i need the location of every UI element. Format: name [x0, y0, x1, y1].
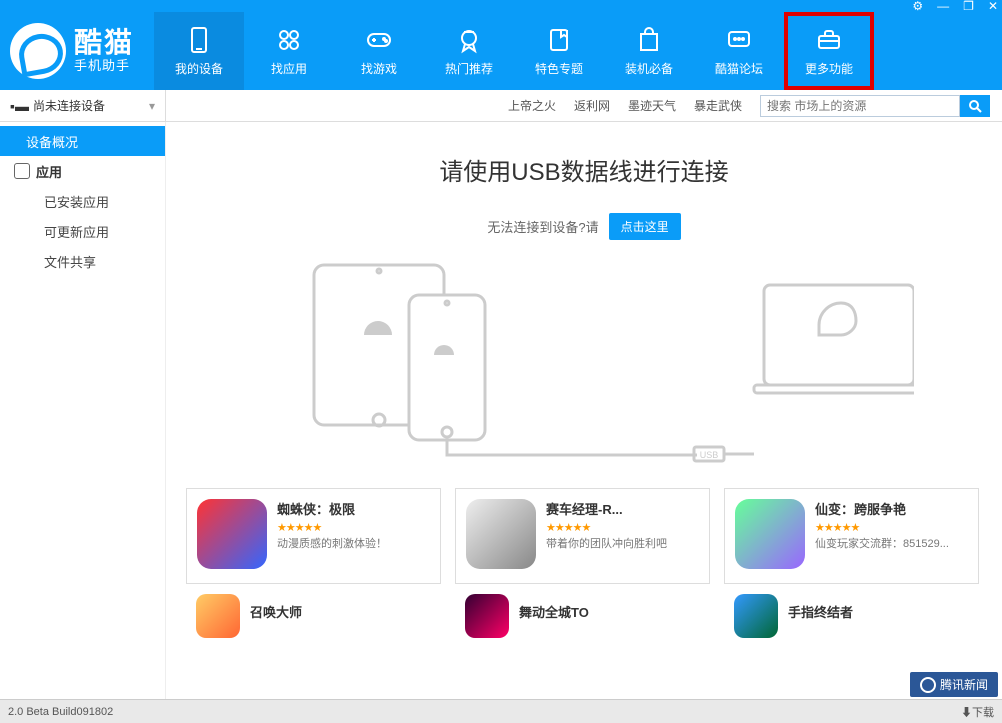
app-thumb: [735, 499, 805, 569]
logo-subtitle: 手机助手: [74, 59, 134, 73]
device-selector[interactable]: ▪▬尚未连接设备 ▾: [0, 90, 166, 121]
sub-toolbar: ▪▬尚未连接设备 ▾ 上帝之火 返利网 墨迹天气 暴走武侠: [0, 90, 1002, 122]
gamepad-icon: [365, 26, 393, 54]
app-stars: ★★★★★: [277, 521, 430, 534]
app-desc: 仙变玩家交流群：851529...: [815, 537, 968, 552]
app-title: 舞动全城TO: [519, 594, 589, 638]
nav-topic[interactable]: 特色专题: [514, 12, 604, 90]
header: 酷猫 手机助手 我的设备 找应用 找游戏 热门推荐 特色专题 装机必备: [0, 12, 1002, 90]
version-label: 2.0 Beta Build091802: [8, 706, 113, 718]
chevron-down-icon: ▾: [149, 99, 155, 113]
app-stars: ★★★★★: [815, 521, 968, 534]
app-thumb: [196, 594, 240, 638]
app-card[interactable]: 赛车经理-R... ★★★★★ 带着你的团队冲向胜利吧: [455, 488, 710, 584]
minimize-button[interactable]: —: [937, 0, 949, 13]
logo-title: 酷猫: [74, 28, 134, 59]
nav-find-apps[interactable]: 找应用: [244, 12, 334, 90]
main-content: 请使用USB数据线进行连接 无法连接到设备?请 点击这里 USB: [166, 122, 1002, 699]
chat-icon: [725, 26, 753, 54]
search-icon: [968, 99, 982, 113]
nav-label: 找游戏: [361, 60, 397, 77]
close-button[interactable]: ✕: [988, 0, 998, 13]
app-title: 仙变：跨服争艳: [815, 499, 968, 518]
nav-label: 装机必备: [625, 60, 673, 77]
svg-text:USB: USB: [700, 450, 719, 460]
connection-illustration: USB: [166, 250, 1002, 470]
nav-bbs[interactable]: 酷猫论坛: [694, 12, 784, 90]
bag-icon: [635, 26, 663, 54]
restore-button[interactable]: ❐: [963, 0, 974, 13]
nav-label: 我的设备: [175, 60, 223, 77]
logo-icon: [10, 23, 66, 79]
search-box: [760, 94, 990, 118]
note-icon: [545, 26, 573, 54]
app-thumb: [197, 499, 267, 569]
medal-icon: [455, 26, 483, 54]
nav-label: 找应用: [271, 60, 307, 77]
sidebar-fileshare[interactable]: 文件共享: [0, 246, 165, 276]
nav-label: 更多功能: [805, 60, 853, 77]
device-selector-label: 尚未连接设备: [33, 97, 105, 114]
app-desc: 动漫质感的刺激体验！: [277, 537, 430, 552]
nav-more-tools[interactable]: 更多功能: [784, 12, 874, 90]
app-card[interactable]: 蜘蛛侠：极限 ★★★★★ 动漫质感的刺激体验！: [186, 488, 441, 584]
nav-must-have[interactable]: 装机必备: [604, 12, 694, 90]
app-desc: 带着你的团队冲向胜利吧: [546, 537, 699, 552]
sidebar: 设备概况 应用 已安装应用 可更新应用 文件共享: [0, 122, 166, 699]
app-card[interactable]: 手指终结者: [724, 590, 979, 642]
tencent-news-widget[interactable]: 腾讯新闻: [910, 672, 998, 697]
main-nav: 我的设备 找应用 找游戏 热门推荐 特色专题 装机必备 酷猫论坛 更多功能: [154, 12, 874, 90]
nav-hot[interactable]: 热门推荐: [424, 12, 514, 90]
app-title: 手指终结者: [788, 594, 853, 638]
sublink[interactable]: 暴走武侠: [694, 97, 742, 114]
logo: 酷猫 手机助手: [10, 23, 134, 79]
usb-illustration: USB: [254, 255, 914, 465]
app-card[interactable]: 仙变：跨服争艳 ★★★★★ 仙变玩家交流群：851529...: [724, 488, 979, 584]
nav-find-games[interactable]: 找游戏: [334, 12, 424, 90]
secondary-cards: 召唤大师 舞动全城TO 手指终结者: [166, 584, 1002, 642]
app-thumb: [465, 594, 509, 638]
settings-icon[interactable]: ⚙: [912, 0, 923, 13]
sidebar-overview[interactable]: 设备概况: [0, 126, 165, 156]
sidebar-apps[interactable]: 应用: [0, 156, 165, 186]
click-here-button[interactable]: 点击这里: [609, 213, 681, 240]
search-input[interactable]: [760, 95, 960, 117]
apps-icon: [275, 26, 303, 54]
app-thumb: [734, 594, 778, 638]
status-bar: 2.0 Beta Build091802 ⬇下载: [0, 699, 1002, 723]
search-button[interactable]: [960, 95, 990, 117]
app-stars: ★★★★★: [546, 521, 699, 534]
nav-label: 特色专题: [535, 60, 583, 77]
app-card[interactable]: 召唤大师: [186, 590, 441, 642]
sidebar-installed[interactable]: 已安装应用: [0, 186, 165, 216]
nav-label: 热门推荐: [445, 60, 493, 77]
featured-cards: 蜘蛛侠：极限 ★★★★★ 动漫质感的刺激体验！ 赛车经理-R... ★★★★★ …: [166, 470, 1002, 584]
sidebar-updatable[interactable]: 可更新应用: [0, 216, 165, 246]
app-card[interactable]: 舞动全城TO: [455, 590, 710, 642]
sublink[interactable]: 上帝之火: [508, 97, 556, 114]
connect-title: 请使用USB数据线进行连接: [166, 152, 1002, 187]
app-thumb: [466, 499, 536, 569]
sublink[interactable]: 墨迹天气: [628, 97, 676, 114]
app-title: 召唤大师: [250, 594, 302, 638]
nav-my-device[interactable]: 我的设备: [154, 12, 244, 90]
app-title: 赛车经理-R...: [546, 499, 699, 518]
connect-hint: 无法连接到设备?请: [487, 217, 598, 236]
download-label[interactable]: ⬇下载: [961, 704, 994, 720]
app-title: 蜘蛛侠：极限: [277, 499, 430, 518]
nav-label: 酷猫论坛: [715, 60, 763, 77]
phone-icon: [185, 26, 213, 54]
sublink[interactable]: 返利网: [574, 97, 610, 114]
toolbox-icon: [815, 26, 843, 54]
